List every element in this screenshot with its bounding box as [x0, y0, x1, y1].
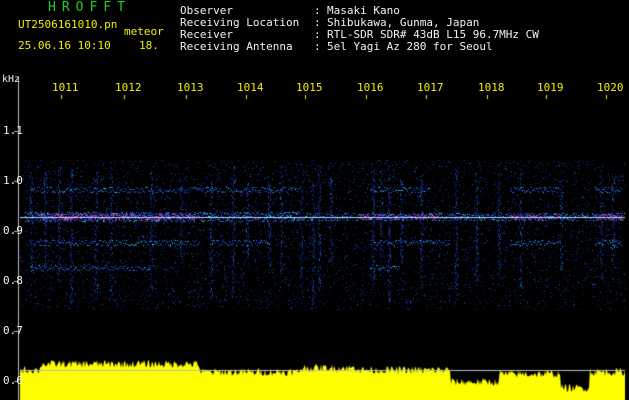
x-tick-label: 1019 — [537, 81, 564, 94]
x-tick-label: 1016 — [357, 81, 384, 94]
y-tick-label: 0.9 — [3, 224, 23, 237]
x-tick-label: 1012 — [115, 81, 142, 94]
meteor-label: meteor — [124, 25, 164, 38]
x-tick-label: 1020 — [597, 81, 624, 94]
y-tick-label: 0.8 — [3, 274, 23, 287]
y-tick-label: 0.7 — [3, 324, 23, 337]
x-tick-label: 1011 — [52, 81, 79, 94]
y-tick-label: 1.0 — [3, 174, 23, 187]
app-title: HROFFT — [48, 0, 131, 15]
x-tick-label: 1017 — [417, 81, 444, 94]
x-tick-label: 1014 — [237, 81, 264, 94]
datetime-label: 25.06.16 10:10 — [18, 39, 111, 52]
antenna-sep: : — [314, 40, 321, 53]
antenna-value: 5el Yagi Az 280 for Seoul — [327, 40, 493, 53]
x-tick-label: 1018 — [478, 81, 505, 94]
x-tick-label: 1015 — [296, 81, 323, 94]
filename-label: UT2506161010.pn — [18, 18, 118, 31]
spectrogram-canvas — [0, 0, 629, 400]
antenna-label: Receiving Antenna — [180, 40, 293, 53]
y-tick-label: 1.1 — [3, 124, 23, 137]
axis-unit: kHz — [2, 74, 21, 85]
y-tick-label: 0.6 — [3, 374, 23, 387]
count-label: 18. — [139, 39, 159, 52]
x-tick-label: 1013 — [177, 81, 204, 94]
